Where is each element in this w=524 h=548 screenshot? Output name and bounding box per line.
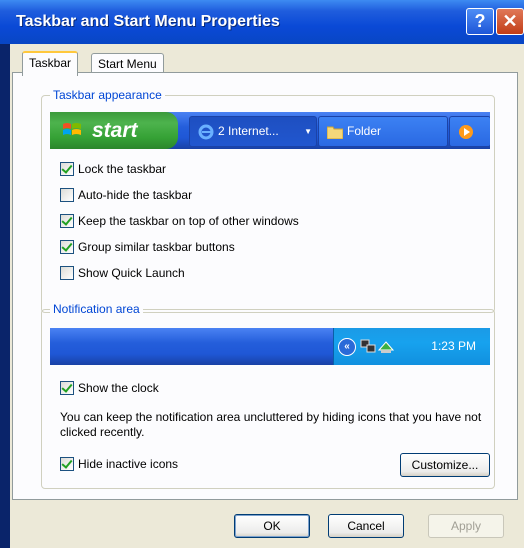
checkbox-box[interactable] [60,240,74,254]
tab-taskbar[interactable]: Taskbar [22,51,79,76]
taskbar-preview: start 2 Internet... ▼ Folder [50,112,490,149]
system-tray-preview: « 1:23 PM [333,328,490,365]
cancel-button[interactable]: Cancel [328,514,404,538]
internet-explorer-icon [198,124,214,140]
checkbox-box[interactable] [60,162,74,176]
taskbar-button-folder-label: Folder [347,124,382,138]
chevron-icon: « [338,338,356,356]
close-icon: ✕ [502,11,518,31]
checkbox-box[interactable] [60,457,74,471]
window-title: Taskbar and Start Menu Properties [16,13,280,30]
show-clock-label: Show the clock [78,381,159,395]
taskbar-button-media [449,116,490,147]
taskbar-appearance-legend: Taskbar appearance [50,88,165,102]
group-buttons-label: Group similar taskbar buttons [78,240,235,254]
lock-taskbar-label: Lock the taskbar [78,162,167,176]
close-button[interactable]: ✕ [496,8,524,35]
taskbar-appearance-group: Taskbar appearance start 2 Internet... ▼… [41,88,495,313]
checkbox-box[interactable] [60,214,74,228]
checkbox-box[interactable] [60,188,74,202]
notification-area-legend: Notification area [50,302,143,316]
ok-button[interactable]: OK [234,514,310,538]
network-icon [360,339,376,353]
title-bar[interactable]: Taskbar and Start Menu Properties ? ✕ [0,0,524,44]
checkbox-box[interactable] [60,266,74,280]
media-player-icon [459,125,473,139]
folder-icon [327,126,343,139]
start-button-preview: start [50,112,178,149]
dialog-window: Taskbar and Start Menu Properties ? ✕ Ta… [0,0,524,548]
windows-flag-icon [63,123,81,135]
taskbar-button-internet-label: 2 Internet... [218,124,279,138]
checkbox-box[interactable] [60,381,74,395]
safely-remove-hardware-icon [378,341,394,353]
tab-start-menu[interactable]: Start Menu [91,53,164,74]
keep-on-top-label: Keep the taskbar on top of other windows [78,214,299,228]
help-button[interactable]: ? [466,8,494,35]
notification-preview: « 1:23 PM [50,328,490,365]
quick-launch-label: Show Quick Launch [78,266,185,280]
start-label: start [92,119,138,142]
tab-panel: Taskbar appearance start 2 Internet... ▼… [12,72,518,500]
hide-inactive-label: Hide inactive icons [78,457,179,471]
clock-preview: 1:23 PM [431,339,476,353]
notification-description: You can keep the notification area unclu… [60,410,482,439]
taskbar-button-internet: 2 Internet... ▼ [189,116,317,147]
dialog-client: Taskbar Start Menu Taskbar appearance st… [10,44,524,548]
auto-hide-label: Auto-hide the taskbar [78,188,193,202]
dropdown-arrow-icon: ▼ [304,127,312,136]
help-icon: ? [474,11,486,31]
taskbar-button-folder: Folder [318,116,448,147]
notification-area-group: Notification area « 1:23 PM Show the clo… [41,302,495,489]
customize-button[interactable]: Customize... [400,453,490,477]
apply-button[interactable]: Apply [428,514,504,538]
